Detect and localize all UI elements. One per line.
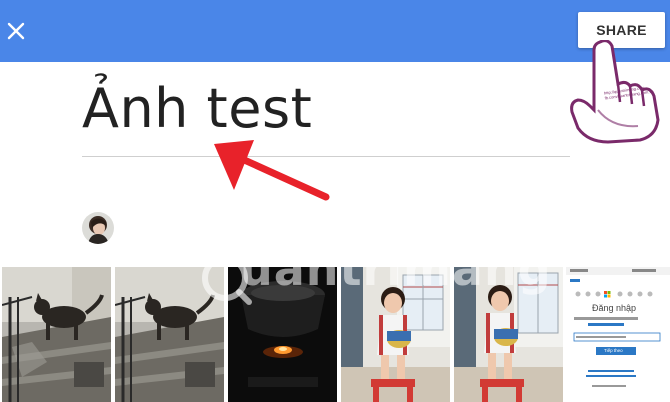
avatar[interactable] [82, 212, 114, 244]
title-underline [82, 156, 570, 157]
close-icon[interactable] [4, 19, 28, 43]
album-title-input[interactable]: Ảnh test [82, 82, 312, 136]
photo-thumbnail[interactable] [115, 267, 224, 402]
photo-strip: Đăng nhập Tiếp theo [0, 266, 670, 402]
photo-thumbnail[interactable] [341, 267, 450, 402]
close-button[interactable] [4, 19, 28, 43]
photo-thumbnail[interactable] [228, 267, 337, 402]
signin-next-label: Tiếp theo [604, 348, 623, 353]
photo-thumbnail[interactable]: Đăng nhập Tiếp theo [566, 267, 670, 402]
photo-thumbnail[interactable] [454, 267, 563, 402]
signin-heading: Đăng nhập [592, 303, 637, 313]
photo-thumbnail[interactable] [2, 267, 111, 402]
